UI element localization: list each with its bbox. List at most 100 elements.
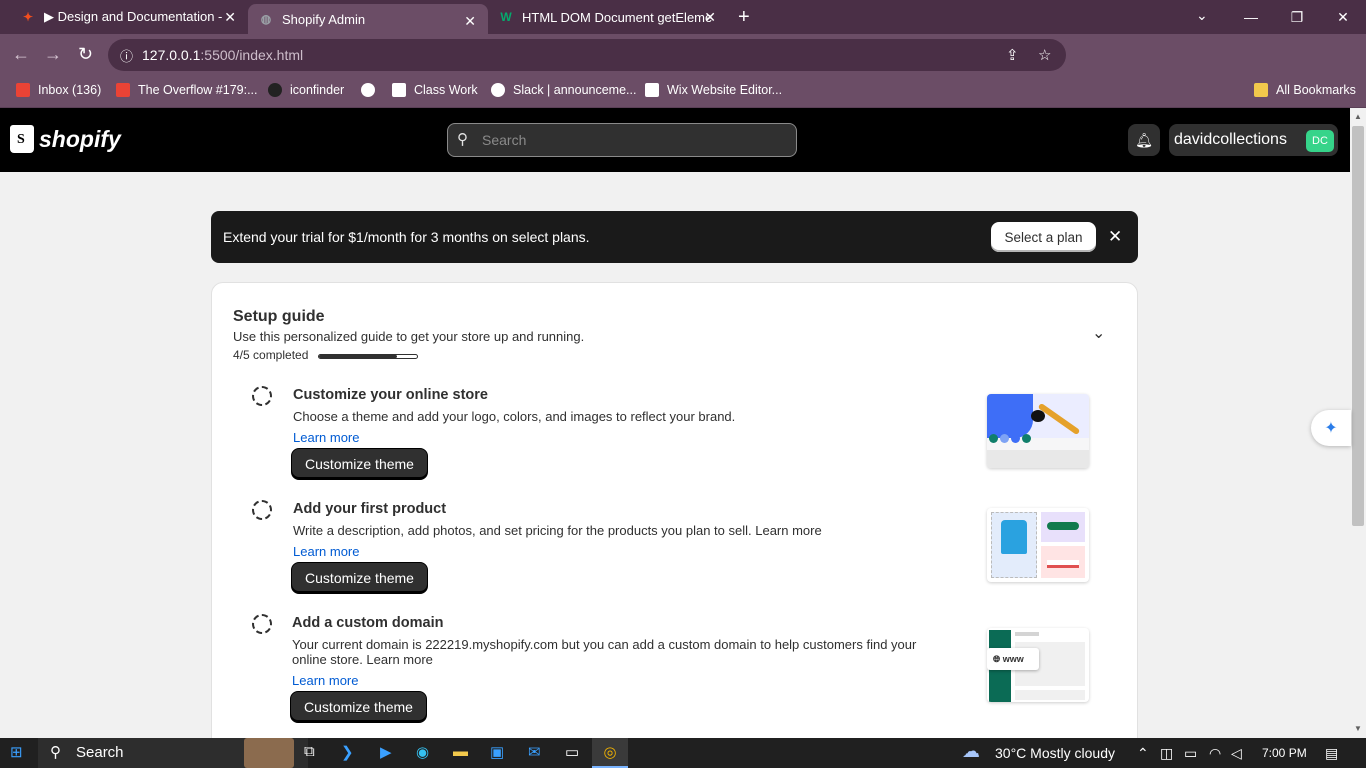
store-name: davidcollections — [1174, 131, 1287, 148]
collapse-chevron-icon[interactable]: ⌄ — [1092, 323, 1105, 343]
incomplete-circle-icon[interactable] — [252, 500, 272, 520]
windows-start-icon[interactable]: ⊞ — [10, 743, 23, 761]
close-tab-icon[interactable]: ✕ — [704, 9, 716, 26]
task-title[interactable]: Add a custom domain — [292, 615, 443, 631]
search-highlight-image — [244, 738, 294, 768]
volume-icon[interactable]: ◁ — [1231, 745, 1242, 762]
learn-more-link[interactable]: Learn more — [293, 430, 359, 445]
customize-store-illustration — [987, 394, 1089, 468]
gmail-icon — [116, 83, 130, 97]
bookmark-star-icon[interactable]: ☆ — [1038, 46, 1051, 64]
url-text[interactable]: 127.0.0.1:5500/index.html — [142, 47, 303, 63]
close-tab-icon[interactable]: ✕ — [224, 9, 236, 26]
meet-now-icon[interactable]: ◫ — [1160, 745, 1173, 762]
bookmark-iconfinder[interactable]: iconfinder — [268, 83, 344, 97]
clock[interactable]: 7:00 PM — [1262, 746, 1307, 760]
back-arrow-icon[interactable]: ← — [12, 44, 30, 65]
share-icon[interactable]: ⇪ — [1006, 46, 1019, 64]
iconfinder-icon — [268, 83, 282, 97]
figma-icon: ✦ — [22, 10, 34, 24]
scroll-up-icon[interactable]: ▲ — [1354, 112, 1362, 121]
bookmark-wix[interactable]: Wix Website Editor... — [645, 83, 782, 97]
notifications-center-icon[interactable]: ▤ — [1325, 745, 1338, 762]
battery-icon[interactable]: ▭ — [1184, 745, 1197, 762]
notifications-bell-icon[interactable]: 🔔︎ — [1128, 124, 1160, 156]
new-tab-button[interactable]: + — [738, 6, 750, 29]
domain-www-label: 🌐︎ www — [987, 648, 1039, 670]
bookmark-overflow[interactable]: The Overflow #179:... — [116, 83, 258, 97]
globe-icon — [491, 83, 505, 97]
trial-banner: Extend your trial for $1/month for 3 mon… — [211, 211, 1138, 263]
globe-icon: ◍ — [260, 12, 272, 26]
globe-icon — [361, 83, 375, 97]
bookmark-slack[interactable]: Slack | announceme... — [491, 83, 636, 97]
all-bookmarks[interactable]: All Bookmarks — [1254, 83, 1356, 97]
close-banner-icon[interactable]: ✕ — [1108, 227, 1122, 247]
scroll-down-icon[interactable]: ▼ — [1354, 724, 1362, 733]
incomplete-circle-icon[interactable] — [252, 614, 272, 634]
tab-title: HTML DOM Document getEleme — [522, 9, 713, 25]
select-plan-button[interactable]: Select a plan — [991, 222, 1096, 252]
reload-icon[interactable]: ↻ — [78, 44, 93, 65]
tab-title: ▶ Design and Documentation - — [44, 9, 223, 24]
scrollbar-thumb[interactable] — [1352, 126, 1364, 526]
progress-text: 4/5 completed — [233, 348, 309, 362]
media-player-icon[interactable]: ▶ — [380, 743, 392, 761]
customize-theme-button[interactable]: Customize theme — [291, 448, 428, 480]
tray-chevron-icon[interactable]: ⌃ — [1137, 745, 1149, 762]
tab-shopify-admin[interactable]: ◍ Shopify Admin ✕ — [248, 4, 488, 34]
tab-search-chevron-icon[interactable]: ⌄ — [1196, 7, 1208, 24]
task-description: Choose a theme and add your logo, colors… — [293, 409, 736, 424]
file-explorer-icon[interactable]: ▬ — [453, 743, 468, 760]
minimize-icon[interactable]: — — [1228, 0, 1274, 34]
browser-tab-strip: ✦ ▶ Design and Documentation - ✕ ◍ Shopi… — [0, 0, 1366, 34]
tab-design-documentation[interactable]: ✦ ▶ Design and Documentation - ✕ — [10, 0, 248, 34]
assistant-sparkle-icon[interactable]: ✦ — [1311, 410, 1351, 446]
bookmark-globe[interactable] — [361, 83, 383, 97]
customize-theme-button[interactable]: Customize theme — [291, 562, 428, 594]
store-menu[interactable]: davidcollections DC — [1169, 124, 1338, 156]
shopify-bag-icon — [10, 125, 34, 153]
incomplete-circle-icon[interactable] — [252, 386, 272, 406]
weather-text[interactable]: 30°C Mostly cloudy — [995, 745, 1115, 761]
progress-bar-fill — [319, 355, 398, 358]
store-icon[interactable]: ▣ — [490, 743, 504, 761]
vscode-icon[interactable]: ❯ — [341, 743, 354, 761]
windows-taskbar: ⊞ ⚲ Search ⧉ ❯ ▶ ◉ ▬ ▣ ✉ ▭ ◎ ☁ 30°C Most… — [0, 738, 1366, 768]
address-bar[interactable]: ⓘ 127.0.0.1:5500/index.html ⇪ ☆ — [108, 39, 1066, 71]
wifi-icon[interactable]: ◠ — [1209, 745, 1221, 762]
task-view-icon[interactable]: ⧉ — [304, 743, 315, 760]
bookmark-class-work[interactable]: Class Work — [392, 83, 478, 97]
edge-icon[interactable]: ◉ — [416, 743, 429, 761]
customize-theme-button[interactable]: Customize theme — [290, 691, 427, 723]
tab-html-dom[interactable]: W HTML DOM Document getEleme ✕ — [488, 0, 728, 34]
learn-more-link[interactable]: Learn more — [293, 544, 359, 559]
search-input[interactable] — [482, 130, 782, 150]
task-description: Write a description, add photos, and set… — [293, 523, 822, 538]
custom-domain-illustration: 🌐︎ www — [987, 628, 1089, 702]
trial-banner-text: Extend your trial for $1/month for 3 mon… — [223, 229, 590, 245]
mail-icon[interactable]: ✉ — [528, 743, 541, 761]
task-description: Your current domain is 222219.myshopify.… — [292, 637, 917, 667]
restore-icon[interactable]: ❐ — [1274, 0, 1320, 34]
chrome-icon[interactable]: ◎ — [592, 738, 628, 768]
site-info-icon[interactable]: ⓘ — [120, 46, 133, 65]
forward-arrow-icon[interactable]: → — [44, 44, 62, 65]
search-icon: ⚲ — [457, 131, 468, 148]
browser-toolbar: ← → ↻ ⓘ 127.0.0.1:5500/index.html ⇪ ☆ ZI… — [0, 34, 1366, 99]
setup-guide-subtitle: Use this personalized guide to get your … — [233, 329, 585, 344]
learn-more-link[interactable]: Learn more — [292, 673, 358, 688]
shopify-top-bar: shopify ⚲ 🔔︎ davidcollections DC — [0, 108, 1350, 172]
page-scrollbar[interactable]: ▲ ▼ — [1350, 108, 1366, 738]
add-product-illustration — [987, 508, 1089, 582]
close-window-icon[interactable]: ✕ — [1320, 0, 1366, 34]
wix-icon — [645, 83, 659, 97]
task-title[interactable]: Customize your online store — [293, 387, 488, 403]
bookmark-inbox[interactable]: Inbox (136) — [16, 83, 101, 97]
weather-cloud-icon: ☁ — [962, 741, 980, 761]
search-box[interactable]: ⚲ — [447, 123, 797, 157]
close-tab-icon[interactable]: ✕ — [464, 13, 476, 30]
task-title[interactable]: Add your first product — [293, 501, 446, 517]
shopify-logo[interactable]: shopify — [10, 125, 121, 153]
terminal-icon[interactable]: ▭ — [565, 743, 579, 761]
